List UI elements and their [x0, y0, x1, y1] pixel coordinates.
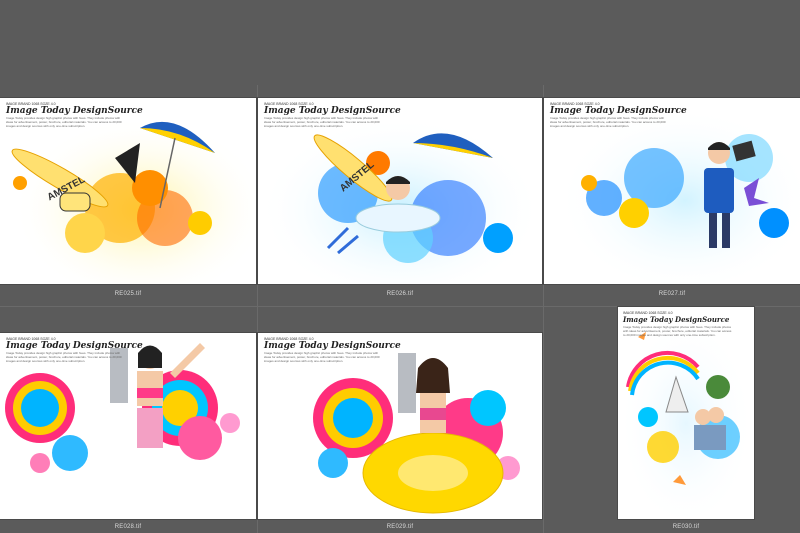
thumbnail-image[interactable]: IMAGE BRAND 1068 SOZE 4.0 Image Today De… — [258, 333, 542, 519]
thumbnail-image[interactable]: AMSTEL IMAGE BRAND 1068 SOZE 4.0 Image T… — [0, 98, 256, 284]
thumbnail-cell-re028[interactable]: IMAGE BRAND 1068 SOZE 4.0 Image Today De… — [0, 333, 256, 533]
thumbnail-cell-re030[interactable]: IMAGE BRAND 1068 SOZE 4.0 Image Today De… — [618, 307, 754, 533]
thumbnail-header: IMAGE BRAND 1068 SOZE 4.0 Image Today De… — [264, 102, 401, 128]
thumbnail-image[interactable]: IMAGE BRAND 1068 SOZE 4.0 Image Today De… — [618, 307, 754, 519]
thumbnail-image[interactable]: IMAGE BRAND 1068 SOZE 4.0 Image Today De… — [0, 333, 256, 519]
thumbnail-cell-re029[interactable]: IMAGE BRAND 1068 SOZE 4.0 Image Today De… — [258, 333, 542, 533]
thumbnail-caption[interactable]: RE025.tif — [0, 291, 256, 297]
thumbnail-caption[interactable]: RE028.tif — [0, 524, 256, 530]
thumbnail-cell-re025[interactable]: AMSTEL IMAGE BRAND 1068 SOZE 4.0 Image T… — [0, 98, 256, 303]
thumbnail-image[interactable]: IMAGE BRAND 1068 SOZE 4.0 Image Today De… — [544, 98, 800, 284]
swim-ring — [355, 203, 441, 233]
person-shirt — [704, 168, 734, 213]
thumbnail-header: IMAGE BRAND 1068 SOZE 4.0 Image Today De… — [6, 337, 143, 363]
thumbnail-header: IMAGE BRAND 1068 SOZE 4.0 Image Today De… — [550, 102, 687, 128]
thumbnail-image[interactable]: AMSTEL IMAGE BRAND 1068 SOZE 4.0 Image T… — [258, 98, 542, 284]
thumbnail-cell-re027[interactable]: IMAGE BRAND 1068 SOZE 4.0 Image Today De… — [544, 98, 800, 303]
thumbnail-cell-re026[interactable]: AMSTEL IMAGE BRAND 1068 SOZE 4.0 Image T… — [258, 98, 542, 303]
thumbnail-caption[interactable]: RE029.tif — [258, 524, 542, 530]
thumbnail-header: IMAGE BRAND 1068 SOZE 4.0 Image Today De… — [6, 102, 143, 128]
thumbnail-caption[interactable]: RE030.tif — [618, 524, 754, 530]
thumbnail-header: IMAGE BRAND 1068 SOZE 4.0 Image Today De… — [264, 337, 401, 363]
thumbnail-caption[interactable]: RE026.tif — [258, 291, 542, 297]
thumbnail-header: IMAGE BRAND 1068 SOZE 4.0 Image Today De… — [623, 311, 732, 337]
thumbnail-caption[interactable]: RE027.tif — [544, 291, 800, 297]
